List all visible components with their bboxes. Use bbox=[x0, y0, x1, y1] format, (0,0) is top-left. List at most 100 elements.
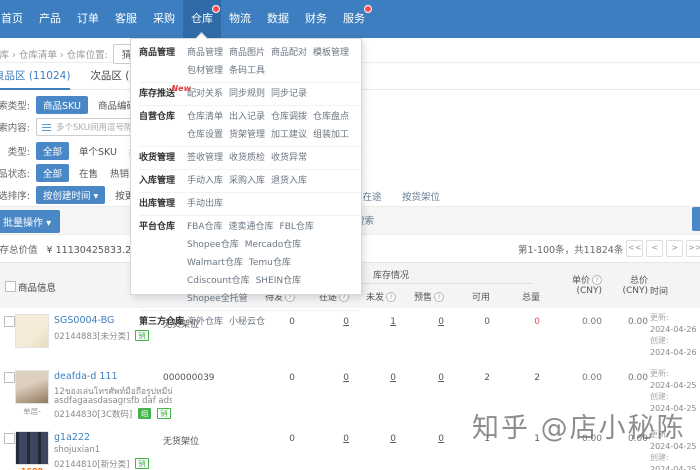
menu-item[interactable]: FBA仓库 bbox=[187, 218, 223, 236]
menu-item[interactable]: FBL仓库 bbox=[280, 218, 314, 236]
menu-item[interactable]: Temu仓库 bbox=[249, 254, 291, 272]
product-code: 02144830[3C数码] 组 销 bbox=[54, 408, 171, 420]
unshipped-cell: 0 bbox=[390, 434, 396, 444]
tab-good-zone[interactable]: 良品区 (11024) bbox=[0, 68, 71, 90]
menu-item[interactable]: Mercado仓库 bbox=[245, 236, 302, 254]
menu-item[interactable]: 加工建议 bbox=[271, 126, 307, 144]
menu-item[interactable]: 组装加工 bbox=[313, 126, 349, 144]
shelf-cell: 000000039 bbox=[163, 373, 215, 383]
row-checkbox[interactable] bbox=[4, 316, 15, 327]
menu-item[interactable]: SHEIN仓库 bbox=[256, 272, 302, 290]
pager-next-button[interactable]: > bbox=[666, 240, 684, 257]
presale-cell: 0 bbox=[438, 434, 444, 444]
nav-item-logistics[interactable]: 物流 bbox=[221, 0, 259, 38]
top-nav: 首页 产品 订单 客服 采购 仓库 物流 数据 财务 服务 bbox=[0, 0, 700, 38]
product-sku-link[interactable]: SGS0004-BG bbox=[54, 315, 114, 326]
bulk-actions-button[interactable]: 批量操作 ▾ bbox=[0, 210, 61, 233]
menu-item[interactable]: 同步记录 bbox=[271, 85, 307, 103]
menu-item[interactable]: 仓库清单 bbox=[187, 108, 223, 126]
nav-item-home[interactable]: 首页 bbox=[0, 0, 31, 38]
warehouse-badge-dot bbox=[212, 5, 220, 13]
product-desc-2: asdfagaasdasagrsfb daf adsdada bbox=[54, 396, 172, 406]
select-all-checkbox[interactable] bbox=[5, 281, 16, 292]
pager-prev-button[interactable]: < bbox=[646, 240, 664, 257]
pagination-range: 第1-100条，共11824条 bbox=[518, 244, 624, 256]
type-single-sku-option[interactable]: 单个SKU bbox=[79, 144, 117, 158]
nav-item-order[interactable]: 订单 bbox=[69, 0, 107, 38]
menu-item[interactable]: 商品管理 bbox=[187, 44, 223, 62]
product-sku-link[interactable]: deafda-d 111 bbox=[54, 371, 118, 382]
menu-item[interactable]: 海外仓库 bbox=[187, 313, 223, 331]
menu-item[interactable]: 手动出库 bbox=[187, 195, 223, 213]
menu-item[interactable]: 仓库调拨 bbox=[271, 108, 307, 126]
sort-by-shelf-option[interactable]: 按货架位 bbox=[402, 189, 440, 203]
nav-item-services-label: 服务 bbox=[343, 12, 365, 25]
menu-item[interactable]: 货架管理 bbox=[229, 126, 265, 144]
menu-item[interactable]: 手动入库 bbox=[187, 172, 223, 190]
status-all-pill[interactable]: 全部 bbox=[36, 164, 70, 182]
product-sku-link[interactable]: g1a222 bbox=[54, 432, 90, 443]
menu-item[interactable]: Walmart仓库 bbox=[187, 254, 243, 272]
menu-item[interactable]: 采购入库 bbox=[229, 172, 265, 190]
menu-item[interactable]: 退货入库 bbox=[271, 172, 307, 190]
sort-label: 筛选排序: bbox=[0, 191, 30, 202]
menu-item[interactable]: Cdiscount仓库 bbox=[187, 272, 250, 290]
menu-item[interactable]: 模板管理 bbox=[313, 44, 349, 62]
pager-last-button[interactable]: >> bbox=[686, 240, 700, 257]
pending-cell: 0 bbox=[289, 434, 295, 444]
help-icon[interactable]: ? bbox=[592, 275, 602, 285]
menu-item[interactable]: Shopee全托管 bbox=[187, 290, 248, 308]
sort-by-created-button[interactable]: 按创建时间 ▾ bbox=[36, 186, 106, 204]
menu-item[interactable]: 收货异常 bbox=[271, 149, 307, 167]
product-code: 02144883[未分类] 销 bbox=[54, 330, 149, 342]
menu-item[interactable]: 小秘云仓 bbox=[229, 313, 265, 331]
column-product-info: 商品信息 bbox=[18, 283, 57, 294]
search-button-clipped[interactable] bbox=[692, 207, 700, 231]
menu-section-label: 平台仓库 bbox=[139, 222, 176, 232]
nav-item-services[interactable]: 服务 bbox=[335, 0, 373, 38]
menu-section-label: 自营仓库 bbox=[139, 112, 176, 122]
menu-section-label: 库存推送 New bbox=[139, 84, 191, 103]
product-desc: shojuxian1 bbox=[54, 445, 101, 455]
menu-item[interactable]: 收货质检 bbox=[229, 149, 265, 167]
help-icon[interactable]: ? bbox=[434, 292, 444, 302]
services-badge-dot bbox=[364, 5, 372, 13]
nav-item-purchase[interactable]: 采购 bbox=[145, 0, 183, 38]
transit-cell: 0 bbox=[343, 373, 349, 383]
menu-item[interactable]: 签收管理 bbox=[187, 149, 223, 167]
nav-item-data[interactable]: 数据 bbox=[259, 0, 297, 38]
menu-item[interactable]: 包材管理 bbox=[187, 62, 223, 80]
help-icon[interactable]: ? bbox=[386, 292, 396, 302]
menu-item[interactable]: 商品图片 bbox=[229, 44, 265, 62]
type-all-pill[interactable]: 全部 bbox=[36, 142, 70, 160]
available-cell: 2 bbox=[484, 373, 490, 383]
sale-tag: 销 bbox=[135, 458, 149, 469]
menu-item[interactable]: 商品配对 bbox=[271, 44, 307, 62]
search-type-sku-pill[interactable]: 商品SKU bbox=[36, 96, 88, 114]
menu-item[interactable]: 条码工具 bbox=[229, 62, 265, 80]
menu-item[interactable]: 仓库设置 bbox=[187, 126, 223, 144]
available-cell: 0 bbox=[484, 317, 490, 327]
menu-section-third-party: 第三方仓库 海外仓库 小秘云仓 bbox=[139, 310, 361, 333]
menu-item[interactable]: 同步规则 bbox=[229, 85, 265, 103]
menu-section-product-mgmt: 商品管理 商品管理 商品图片 商品配对 模板管理 包材管理 条码工具 bbox=[139, 42, 361, 82]
menu-section-stock-push: 库存推送 New 配对关系 同步规则 同步记录 bbox=[139, 82, 361, 105]
nav-item-product[interactable]: 产品 bbox=[31, 0, 69, 38]
menu-item[interactable]: 出入记录 bbox=[229, 108, 265, 126]
menu-item[interactable]: 配对关系 bbox=[187, 85, 223, 103]
pager-first-button[interactable]: << bbox=[626, 240, 644, 257]
menu-item[interactable]: Shopee仓库 bbox=[187, 236, 239, 254]
menu-item[interactable]: 速卖通仓库 bbox=[229, 218, 274, 236]
status-onsale-option[interactable]: 在售 bbox=[79, 166, 98, 180]
status-hot-option[interactable]: 热销 bbox=[110, 166, 129, 180]
menu-item[interactable]: 仓库盘点 bbox=[313, 108, 349, 126]
product-image[interactable] bbox=[15, 370, 49, 404]
product-image-caption: 单层- bbox=[23, 407, 41, 416]
product-image[interactable] bbox=[15, 314, 49, 348]
nav-item-finance[interactable]: 财务 bbox=[297, 0, 335, 38]
menu-section-label: 收货管理 bbox=[139, 153, 176, 163]
row-checkbox[interactable] bbox=[4, 433, 15, 444]
nav-item-service[interactable]: 客服 bbox=[107, 0, 145, 38]
row-checkbox[interactable] bbox=[4, 372, 15, 383]
product-image[interactable] bbox=[15, 431, 49, 465]
